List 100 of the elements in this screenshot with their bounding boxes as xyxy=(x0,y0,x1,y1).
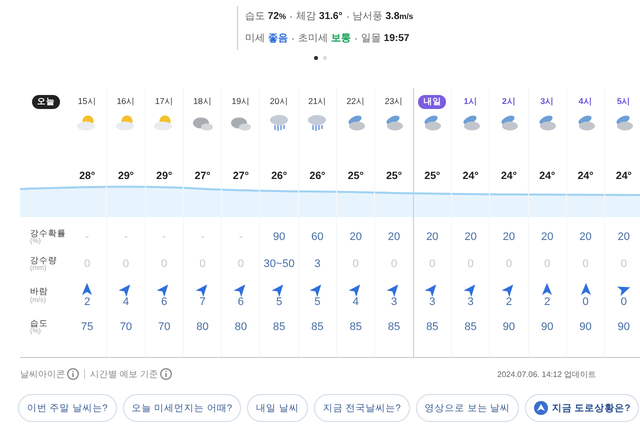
hour-label: 2시 xyxy=(502,96,516,108)
temperature: 25° xyxy=(348,170,364,182)
summary-value: 보통 xyxy=(330,32,351,46)
row-label: 강수량 xyxy=(30,256,57,265)
table-cell: 0 xyxy=(238,258,244,271)
hour-label: 21시 xyxy=(308,96,327,108)
info-icon[interactable] xyxy=(67,368,79,380)
table-cell: 85 xyxy=(311,321,324,334)
hour-label: 20시 xyxy=(270,96,288,108)
cloud-icon xyxy=(192,115,214,131)
table-cell: 80 xyxy=(234,321,247,334)
hour-label: 17시 xyxy=(155,96,174,108)
summary-value: 좋음 xyxy=(268,32,288,46)
table-cell: - xyxy=(200,231,204,244)
table-cell: 0 xyxy=(544,258,550,271)
table-cell: 0 xyxy=(429,258,436,271)
table-cell: 0 xyxy=(161,258,168,271)
road-icon xyxy=(534,401,548,415)
temperature: 25° xyxy=(386,170,402,182)
row-label: 바람 xyxy=(30,287,48,296)
table-cell: 20 xyxy=(388,231,400,244)
hour-label: 3시 xyxy=(540,96,554,108)
summary-label: 초미세 xyxy=(298,32,328,46)
page-dot[interactable] xyxy=(314,56,318,60)
wind-speed: 2 xyxy=(506,296,512,309)
separator-dot xyxy=(290,16,292,18)
page-dot[interactable] xyxy=(322,56,326,60)
note-text: 시간별 예보 기준 xyxy=(90,368,158,380)
row-label: 강수확률 xyxy=(30,228,66,238)
summary-label: 체감 xyxy=(296,10,316,24)
rain-cloud-icon xyxy=(268,114,290,132)
summary-value: 31.6° xyxy=(319,10,342,24)
temperature: 24° xyxy=(462,170,479,182)
table-cell: 20 xyxy=(426,231,438,244)
table-cell: 80 xyxy=(196,321,209,334)
table-cell: 90 xyxy=(541,321,554,334)
wind-speed: 3 xyxy=(468,296,474,309)
separator-dot xyxy=(354,38,357,40)
suggestion-chip[interactable]: 오늘 미세먼지는 어때? xyxy=(122,394,242,422)
today-badge: 오늘 xyxy=(32,95,60,109)
suggestion-chip[interactable]: 영상으로 보는 날씨 xyxy=(416,394,519,422)
summary-label: 남서풍 xyxy=(352,10,382,24)
table-cell: 0 xyxy=(84,258,90,271)
suggestion-chip[interactable]: 지금 전국날씨는? xyxy=(314,394,410,422)
summary-label: 미세 xyxy=(244,32,265,46)
hour-label: 4시 xyxy=(578,96,592,108)
hour-label: 1시 xyxy=(464,96,478,108)
table-cell: 90 xyxy=(502,321,516,334)
hour-label: 15시 xyxy=(78,96,96,108)
hour-label: 18시 xyxy=(193,96,212,108)
separator-dot xyxy=(292,38,294,40)
summary-label: 일몰 xyxy=(360,32,381,46)
wind-arrow-icon xyxy=(541,283,554,296)
suggestion-chip[interactable]: 이번 주말 날씨는? xyxy=(18,394,117,422)
table-cell: 90 xyxy=(273,231,286,244)
temperature: 25° xyxy=(424,170,440,182)
tomorrow-badge: 내일 xyxy=(418,95,446,109)
wind-arrow-icon xyxy=(580,283,592,296)
table-cell: 85 xyxy=(464,321,477,334)
temperature: 24° xyxy=(500,170,517,182)
wind-speed: 2 xyxy=(84,296,90,309)
temperature: 29° xyxy=(156,170,172,182)
rain-cloud-icon xyxy=(306,114,328,132)
suggestion-chip[interactable]: 지금 도로상황은? xyxy=(524,394,640,422)
row-label: 습도 xyxy=(30,318,48,328)
table-cell: 70 xyxy=(120,321,132,334)
temperature: 24° xyxy=(578,170,594,182)
hour-label: 19시 xyxy=(232,96,250,108)
hour-label: 23시 xyxy=(384,96,404,108)
table-cell: 0 xyxy=(352,258,359,271)
wind-speed: 2 xyxy=(544,296,550,309)
table-cell: 0 xyxy=(199,258,206,271)
hour-label: 22시 xyxy=(346,96,365,108)
table-cell: 20 xyxy=(350,231,362,244)
cloud-icon xyxy=(230,115,252,131)
table-cell: 75 xyxy=(81,321,94,334)
wind-arrow-icon xyxy=(81,283,94,296)
separator-dot xyxy=(346,16,348,18)
summary-value: 72% xyxy=(268,10,286,24)
wind-speed: 6 xyxy=(238,296,244,309)
table-cell: - xyxy=(124,231,128,244)
info-icon[interactable] xyxy=(160,368,172,380)
table-cell: 90 xyxy=(618,321,630,334)
temperature: 26° xyxy=(271,170,288,182)
wind-speed: 5 xyxy=(314,296,320,309)
wind-speed: 4 xyxy=(122,296,129,309)
wind-speed: 7 xyxy=(199,296,206,309)
temperature: 27° xyxy=(194,170,210,182)
wind-speed: 5 xyxy=(276,296,282,309)
table-cell: 20 xyxy=(618,231,630,244)
table-cell: 20 xyxy=(541,231,554,244)
hour-label: 5시 xyxy=(616,96,631,108)
temperature: 24° xyxy=(539,170,556,182)
table-cell: - xyxy=(85,231,89,244)
note-text: 날씨아이콘 xyxy=(20,368,65,380)
suggestion-chip[interactable]: 내일 날씨 xyxy=(247,394,308,422)
table-cell: - xyxy=(162,231,166,244)
table-cell: 0 xyxy=(122,258,129,271)
table-cell: 20 xyxy=(579,231,592,244)
table-cell: 3 xyxy=(314,258,320,271)
